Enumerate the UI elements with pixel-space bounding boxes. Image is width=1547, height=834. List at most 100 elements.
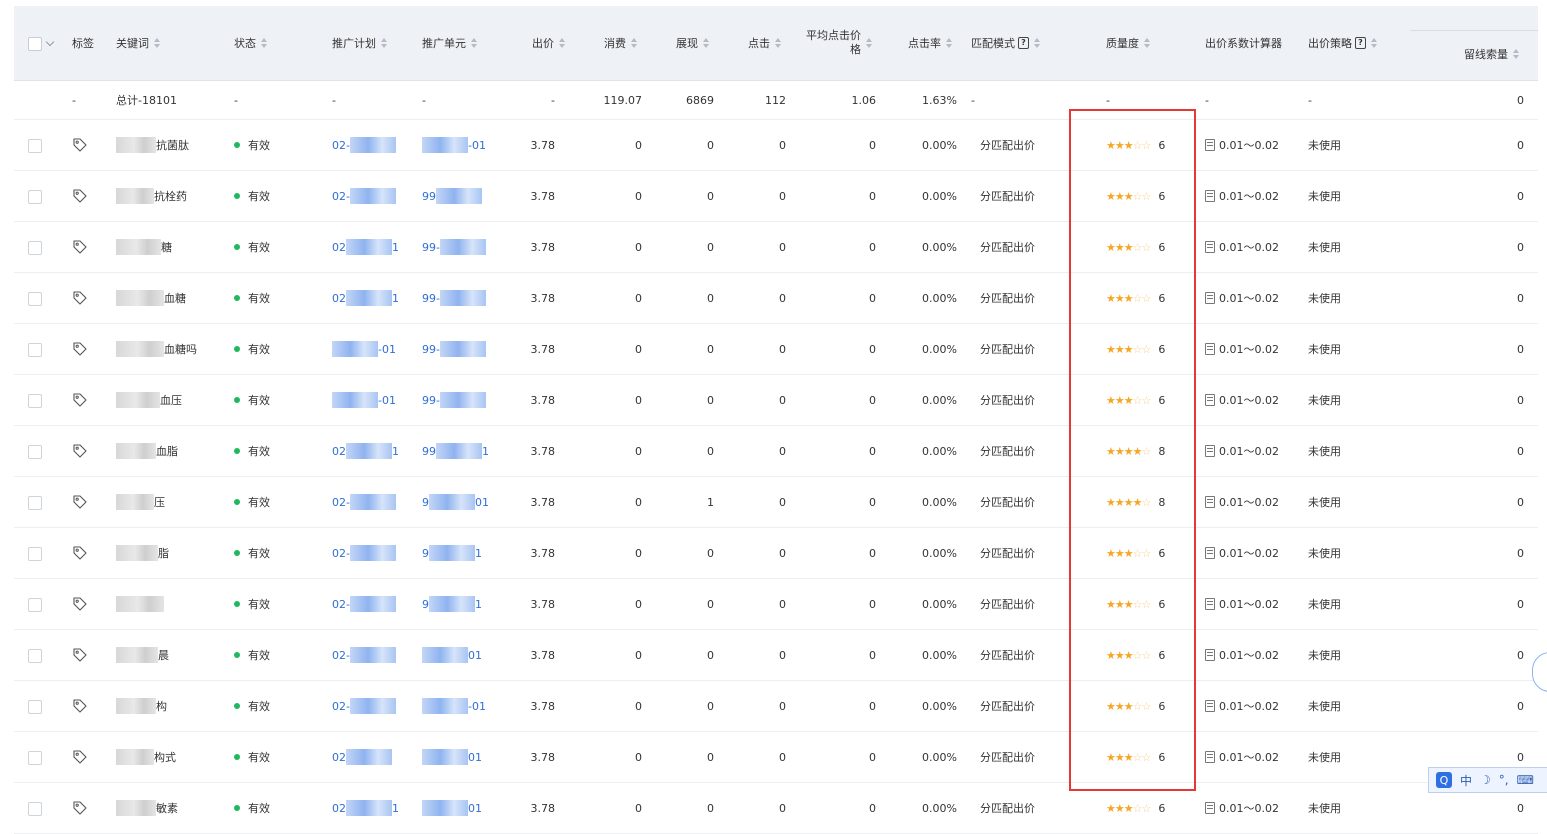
- bid-cell[interactable]: 3.78: [504, 732, 556, 782]
- header-avg-cpc[interactable]: 平均点击价格: [806, 6, 872, 80]
- tag-cell[interactable]: [72, 681, 88, 731]
- bid-calc-cell[interactable]: 0.01～0.02: [1205, 273, 1279, 323]
- bid-calc-cell[interactable]: 0.01～0.02: [1205, 426, 1279, 476]
- calculator-icon[interactable]: [1205, 190, 1215, 202]
- keyword-cell[interactable]: 血脂: [116, 426, 178, 476]
- sort-icon[interactable]: [1144, 38, 1150, 48]
- bid-calc-cell[interactable]: 0.01～0.02: [1205, 375, 1279, 425]
- unit-link[interactable]: 99: [422, 171, 482, 221]
- row-checkbox[interactable]: [28, 139, 42, 153]
- calculator-icon[interactable]: [1205, 700, 1215, 712]
- sort-icon[interactable]: [866, 38, 872, 48]
- calculator-icon[interactable]: [1205, 139, 1215, 151]
- match-mode-cell[interactable]: 分匹配出价: [980, 324, 1035, 374]
- unit-link[interactable]: 01: [422, 783, 482, 833]
- calculator-icon[interactable]: [1205, 445, 1215, 457]
- tag-icon[interactable]: [72, 341, 88, 357]
- bid-cell[interactable]: 3.78: [504, 477, 556, 527]
- match-mode-cell[interactable]: 分匹配出价: [980, 528, 1035, 578]
- bid-calc-cell[interactable]: 0.01～0.02: [1205, 120, 1279, 170]
- bid-calc-cell[interactable]: 0.01～0.02: [1205, 783, 1279, 833]
- plan-link[interactable]: 02-: [332, 681, 396, 731]
- unit-link[interactable]: 91: [422, 579, 482, 629]
- plan-link[interactable]: 02 1: [332, 426, 399, 476]
- bid-cell[interactable]: 3.78: [504, 630, 556, 680]
- tag-icon[interactable]: [72, 290, 88, 306]
- keyword-cell[interactable]: 糖: [116, 222, 172, 272]
- tag-icon[interactable]: [72, 749, 88, 765]
- row-checkbox[interactable]: [28, 292, 42, 306]
- select-dropdown-chevron-icon[interactable]: [45, 37, 55, 47]
- bid-calc-cell[interactable]: 0.01～0.02: [1205, 579, 1279, 629]
- match-mode-cell[interactable]: 分匹配出价: [980, 783, 1035, 833]
- row-checkbox[interactable]: [28, 802, 42, 816]
- tag-cell[interactable]: [72, 528, 88, 578]
- plan-link[interactable]: 02-: [332, 630, 396, 680]
- plan-link[interactable]: 02: [332, 732, 392, 782]
- tag-icon[interactable]: [72, 239, 88, 255]
- plan-link[interactable]: 02 1: [332, 273, 399, 323]
- plan-link[interactable]: 02-: [332, 528, 396, 578]
- unit-link[interactable]: 99-: [422, 375, 486, 425]
- unit-link[interactable]: 99 1: [422, 426, 489, 476]
- header-leads[interactable]: 留线索量: [1464, 28, 1519, 80]
- match-mode-cell[interactable]: 分匹配出价: [980, 426, 1035, 476]
- calculator-icon[interactable]: [1205, 292, 1215, 304]
- plan-link[interactable]: 02-: [332, 579, 396, 629]
- row-checkbox[interactable]: [28, 343, 42, 357]
- bid-calc-cell[interactable]: 0.01～0.02: [1205, 171, 1279, 221]
- unit-link[interactable]: -01: [422, 681, 486, 731]
- keyword-cell[interactable]: 脂: [116, 528, 169, 578]
- bid-cell[interactable]: 3.78: [504, 171, 556, 221]
- bid-cell[interactable]: 3.78: [504, 783, 556, 833]
- tag-cell[interactable]: [72, 171, 88, 221]
- unit-link[interactable]: 99-: [422, 273, 486, 323]
- bid-cell[interactable]: 3.78: [504, 222, 556, 272]
- sort-icon[interactable]: [946, 38, 952, 48]
- ime-keyboard-icon[interactable]: ⌨: [1517, 773, 1534, 787]
- unit-link[interactable]: 99-: [422, 324, 486, 374]
- select-all-checkbox[interactable]: [28, 37, 42, 51]
- match-mode-cell[interactable]: 分匹配出价: [980, 630, 1035, 680]
- tag-icon[interactable]: [72, 443, 88, 459]
- bid-calc-cell[interactable]: 0.01～0.02: [1205, 630, 1279, 680]
- tag-icon[interactable]: [72, 800, 88, 816]
- row-checkbox[interactable]: [28, 394, 42, 408]
- tag-cell[interactable]: [72, 732, 88, 782]
- tag-cell[interactable]: [72, 273, 88, 323]
- tag-cell[interactable]: [72, 579, 88, 629]
- tag-icon[interactable]: [72, 545, 88, 561]
- header-status[interactable]: 状态: [234, 6, 267, 80]
- row-checkbox[interactable]: [28, 241, 42, 255]
- sort-icon[interactable]: [703, 38, 709, 48]
- match-mode-cell[interactable]: 分匹配出价: [980, 732, 1035, 782]
- bid-cell[interactable]: 3.78: [504, 120, 556, 170]
- tag-cell[interactable]: [72, 477, 88, 527]
- match-mode-cell[interactable]: 分匹配出价: [980, 477, 1035, 527]
- match-mode-cell[interactable]: 分匹配出价: [980, 579, 1035, 629]
- bid-cell[interactable]: 3.78: [504, 579, 556, 629]
- header-bid-strategy[interactable]: 出价策略?: [1308, 6, 1377, 80]
- calculator-icon[interactable]: [1205, 496, 1215, 508]
- sort-icon[interactable]: [154, 38, 160, 48]
- tag-icon[interactable]: [72, 188, 88, 204]
- plan-link[interactable]: 02 1: [332, 783, 399, 833]
- help-icon[interactable]: ?: [1355, 37, 1366, 49]
- sort-icon[interactable]: [1513, 49, 1519, 59]
- keyword-cell[interactable]: 构式: [116, 732, 176, 782]
- match-mode-cell[interactable]: 分匹配出价: [980, 120, 1035, 170]
- sort-icon[interactable]: [1034, 38, 1040, 48]
- match-mode-cell[interactable]: 分匹配出价: [980, 171, 1035, 221]
- bid-calc-cell[interactable]: 0.01～0.02: [1205, 528, 1279, 578]
- header-impressions[interactable]: 展现: [676, 6, 709, 80]
- bid-calc-cell[interactable]: 0.01～0.02: [1205, 732, 1279, 782]
- bid-calc-cell[interactable]: 0.01～0.02: [1205, 681, 1279, 731]
- row-checkbox[interactable]: [28, 700, 42, 714]
- tag-icon[interactable]: [72, 647, 88, 663]
- bid-cell[interactable]: 3.78: [504, 273, 556, 323]
- tag-cell[interactable]: [72, 120, 88, 170]
- bid-cell[interactable]: 3.78: [504, 375, 556, 425]
- calculator-icon[interactable]: [1205, 241, 1215, 253]
- keyword-cell[interactable]: 血压: [116, 375, 182, 425]
- plan-link[interactable]: 02-: [332, 477, 396, 527]
